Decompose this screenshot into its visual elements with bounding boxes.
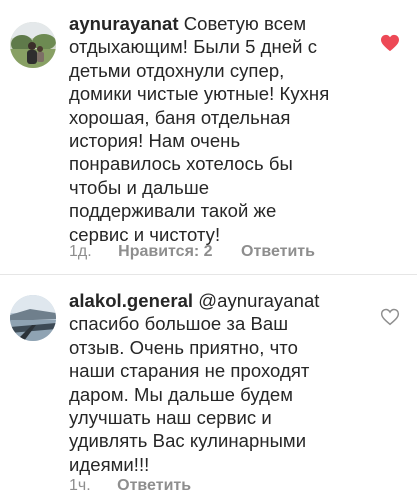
comment-line: домики чистые уютные! Кухня <box>69 83 330 105</box>
comment-line: наши старания не проходят <box>69 360 310 382</box>
comment-line: отдыхающим! Были 5 дней с <box>69 36 318 58</box>
comment-line: понравилось хотелось бы <box>69 153 293 175</box>
comment-line: история! Нам очень <box>69 130 241 152</box>
likes-count-button[interactable]: Нравится: 2 <box>118 243 212 261</box>
comment-line: поддерживали такой же <box>69 200 277 222</box>
comment-line: идеями!!! <box>69 453 150 475</box>
comment-line: улучшать наш сервис и <box>69 407 272 429</box>
reply-button[interactable]: Ответить <box>241 243 315 261</box>
comment-1: aynurayanat Советую всем отдыхающим! Был… <box>0 0 417 275</box>
reply-button[interactable]: Ответить <box>117 477 191 495</box>
comment-line: даром. Мы дальше будем <box>69 383 294 405</box>
avatar-image <box>10 295 56 341</box>
mention-link[interactable]: @aynurayanat <box>198 290 319 311</box>
comment-line: чтобы и дальше <box>69 176 210 198</box>
comment-line: удивлять Вас кулинарными <box>69 430 307 452</box>
comment-username[interactable]: alakol.general <box>69 290 193 311</box>
comment-line: Советую всем <box>183 13 307 34</box>
comment-username[interactable]: aynurayanat <box>69 13 179 34</box>
like-heart-icon[interactable] <box>380 308 400 326</box>
comment-line: спасибо большое за Ваш <box>69 313 289 335</box>
comment-text: alakol.general @aynurayanat спасибо боль… <box>69 289 359 476</box>
like-heart-icon[interactable] <box>380 34 400 52</box>
comment-line: детьми отдохнули супер, <box>69 59 285 81</box>
avatar-image <box>10 22 56 68</box>
comment-2: alakol.general @aynurayanat спасибо боль… <box>0 275 417 495</box>
comment-line: хорошая, баня отдельная <box>69 106 291 128</box>
avatar[interactable] <box>10 22 56 68</box>
comment-text: aynurayanat Советую всем отдыхающим! Был… <box>69 12 359 246</box>
comment-meta: 1д. Нравится: 2 Ответить <box>69 243 315 261</box>
comment-line: отзыв. Очень приятно, что <box>69 336 298 358</box>
comment-time: 1д. <box>69 243 92 260</box>
avatar[interactable] <box>10 295 56 341</box>
comment-meta: 1ч. Ответить <box>69 477 191 495</box>
comment-time: 1ч. <box>69 477 91 494</box>
